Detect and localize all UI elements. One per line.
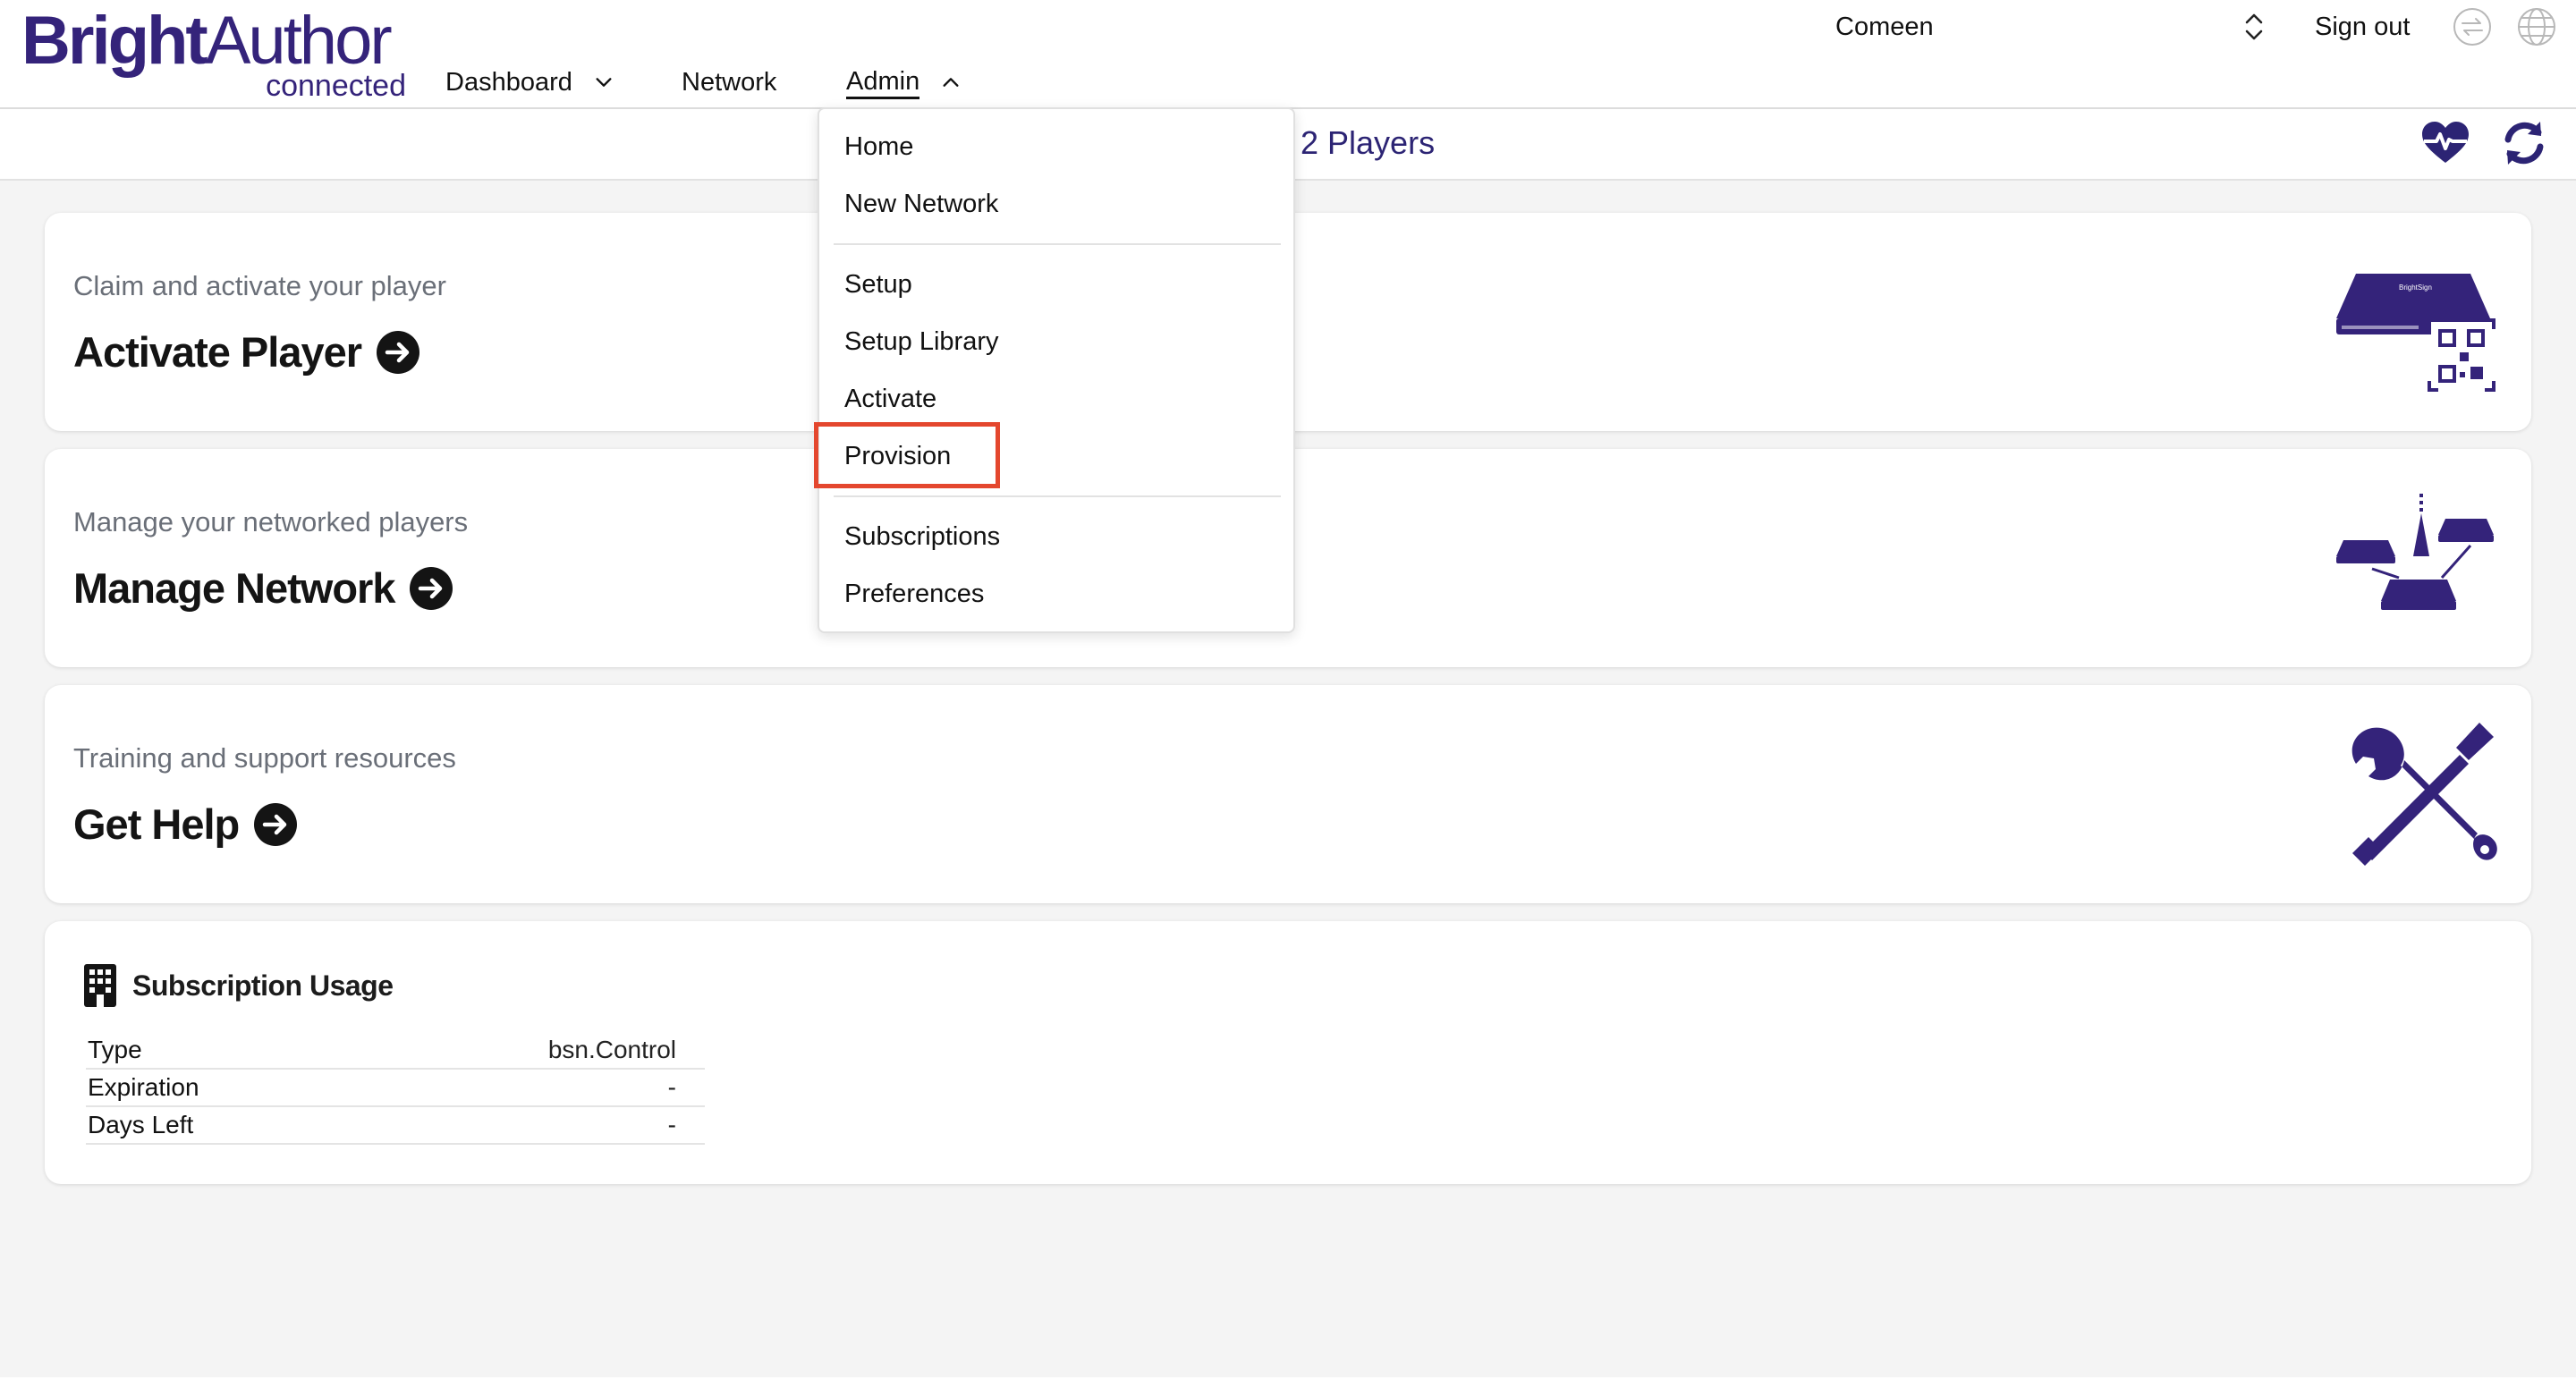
menu-item-setup[interactable]: Setup [844, 267, 912, 302]
provision-highlight-box [814, 422, 1000, 488]
row-value: bsn.Control [343, 1032, 705, 1070]
card-subtitle: Training and support resources [73, 742, 456, 774]
svg-text:BrightSign: BrightSign [2399, 284, 2432, 292]
brightauthor-logo[interactable]: BrightAuthor connected [21, 4, 406, 107]
table-row: Expiration - [86, 1069, 705, 1107]
subscription-header: Subscription Usage [84, 964, 394, 1007]
nav-network-label: Network [682, 68, 777, 97]
manage-network-link[interactable]: Manage Network [73, 562, 453, 615]
top-navigation-bar: BrightAuthor connected Dashboard Network… [0, 0, 2576, 109]
get-help-link[interactable]: Get Help [73, 798, 298, 851]
row-key: Days Left [86, 1106, 344, 1145]
menu-divider [834, 495, 1281, 497]
arrow-right-circle-icon [410, 567, 453, 610]
arrow-right-circle-icon [377, 331, 420, 374]
activate-player-link[interactable]: Activate Player [73, 326, 420, 379]
card-title: Activate Player [73, 328, 362, 376]
menu-divider [834, 243, 1281, 245]
nav-network[interactable]: Network [682, 64, 776, 100]
network-players-illustration [2336, 494, 2494, 610]
player-qr-illustration: BrightSign [2336, 274, 2496, 392]
admin-dropdown-menu: Home New Network Setup Setup Library Act… [818, 107, 1295, 633]
menu-item-activate[interactable]: Activate [844, 381, 936, 417]
menu-item-home[interactable]: Home [844, 129, 913, 165]
nav-dashboard[interactable]: Dashboard [445, 64, 614, 100]
heartbeat-icon[interactable] [2420, 120, 2470, 166]
arrow-right-circle-icon [254, 803, 298, 846]
menu-item-setup-library[interactable]: Setup Library [844, 324, 999, 360]
menu-item-new-network[interactable]: New Network [844, 186, 998, 222]
chevron-down-icon [596, 78, 612, 87]
row-key: Expiration [86, 1069, 344, 1107]
subscription-usage-card: Subscription Usage Type bsn.Control Expi… [45, 921, 2531, 1184]
row-value: - [343, 1069, 705, 1107]
nav-admin[interactable]: Admin [846, 64, 961, 100]
row-key: Type [86, 1032, 344, 1070]
menu-item-subscriptions[interactable]: Subscriptions [844, 519, 1000, 554]
subscription-table: Type bsn.Control Expiration - Days Left … [86, 1032, 705, 1145]
footer-strip [0, 1377, 2576, 1388]
logo-subtitle: connected [266, 69, 406, 103]
players-count[interactable]: 2 Players [1301, 123, 1435, 163]
table-row: Days Left - [86, 1106, 705, 1145]
card-title: Manage Network [73, 564, 395, 612]
card-subtitle: Manage your networked players [73, 506, 469, 537]
tools-illustration [2351, 723, 2497, 866]
nav-dashboard-label: Dashboard [445, 68, 572, 97]
card-subtitle: Claim and activate your player [73, 270, 446, 301]
account-switcher-icon[interactable] [2241, 11, 2267, 43]
subscription-title: Subscription Usage [132, 969, 394, 1002]
get-help-card[interactable]: Training and support resources Get Help [45, 685, 2531, 903]
card-title: Get Help [73, 800, 240, 848]
table-row: Type bsn.Control [86, 1032, 705, 1070]
nav-admin-label: Admin [846, 66, 920, 99]
chevron-up-icon [943, 78, 959, 87]
globe-icon[interactable] [2517, 7, 2556, 47]
refresh-icon[interactable] [2499, 118, 2549, 168]
account-name[interactable]: Comeen [1835, 9, 1934, 45]
switch-icon[interactable] [2453, 7, 2492, 47]
menu-item-preferences[interactable]: Preferences [844, 576, 984, 612]
row-value: - [343, 1106, 705, 1145]
sign-out-link[interactable]: Sign out [2315, 9, 2410, 45]
building-icon [84, 964, 116, 1007]
